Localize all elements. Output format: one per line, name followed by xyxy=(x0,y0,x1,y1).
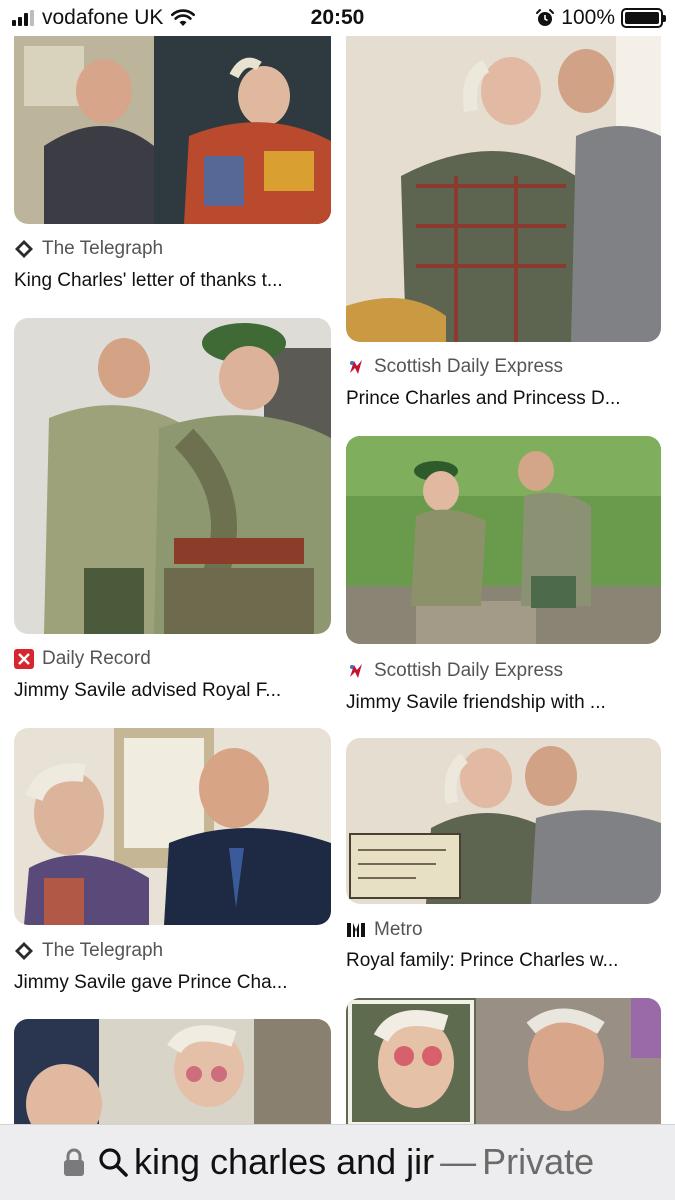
alarm-icon xyxy=(536,9,555,26)
result-card[interactable]: The Telegraph King Charles' letter of th… xyxy=(14,36,331,298)
result-title[interactable]: King Charles' letter of thanks t... xyxy=(14,270,331,292)
result-thumbnail[interactable] xyxy=(346,738,661,904)
result-source-name: The Telegraph xyxy=(42,940,164,961)
result-source-name: Metro xyxy=(374,919,423,940)
battery-percent: 100% xyxy=(561,6,615,29)
result-card[interactable]: The Telegraph Jimmy Savile gave Prince C… xyxy=(14,728,331,998)
express-icon xyxy=(346,661,366,681)
battery-icon xyxy=(621,8,666,28)
result-source: Scottish Daily Express xyxy=(346,356,563,378)
result-thumbnail[interactable] xyxy=(346,998,661,1124)
result-source: Metro xyxy=(346,919,423,941)
result-card[interactable]: Scottish Daily Express Prince Charles an… xyxy=(346,36,661,416)
search-field[interactable]: king charles and jir — Private xyxy=(62,1141,594,1183)
metro-icon xyxy=(346,920,366,940)
result-thumbnail[interactable] xyxy=(346,436,661,644)
result-source: Daily Record xyxy=(14,648,151,670)
result-source-name: Scottish Daily Express xyxy=(374,660,564,681)
result-source: Scottish Daily Express xyxy=(346,660,563,682)
result-thumbnail[interactable] xyxy=(14,318,331,634)
result-thumbnail[interactable] xyxy=(346,36,661,342)
result-title[interactable]: Jimmy Savile gave Prince Cha... xyxy=(14,972,331,994)
private-mode-label: Private xyxy=(482,1141,595,1182)
lock-icon xyxy=(64,1148,84,1176)
telegraph-icon xyxy=(14,239,34,259)
result-source: The Telegraph xyxy=(14,940,163,962)
status-right: 100% xyxy=(535,6,666,30)
search-icon xyxy=(99,1148,128,1177)
result-thumbnail[interactable] xyxy=(14,728,331,925)
result-title[interactable]: Jimmy Savile advised Royal F... xyxy=(14,680,331,702)
result-title[interactable]: Royal family: Prince Charles w... xyxy=(346,950,661,972)
telegraph-icon xyxy=(14,941,34,961)
result-card[interactable]: Metro Royal family: Prince Charles w... xyxy=(346,738,661,978)
result-source-name: The Telegraph xyxy=(42,238,164,259)
result-card[interactable]: Daily Record Jimmy Savile advised Royal … xyxy=(14,318,331,708)
express-icon xyxy=(346,357,366,377)
result-source: The Telegraph xyxy=(14,238,163,260)
address-search-bar[interactable]: king charles and jir — Private xyxy=(0,1124,675,1200)
result-source-name: Scottish Daily Express xyxy=(374,356,564,377)
result-card[interactable] xyxy=(346,998,661,1124)
search-separator: — xyxy=(440,1141,477,1182)
result-title[interactable]: Prince Charles and Princess D... xyxy=(346,388,661,410)
search-query-text: king charles and jir xyxy=(134,1141,435,1182)
daily-record-icon xyxy=(14,649,34,669)
status-bar: vodafone UK 20:50 100% xyxy=(0,0,675,36)
result-card[interactable]: Scottish Daily Express Jimmy Savile frie… xyxy=(346,436,661,716)
result-thumbnail[interactable] xyxy=(14,36,331,224)
result-thumbnail[interactable] xyxy=(14,1019,331,1124)
result-card[interactable] xyxy=(14,1019,331,1124)
result-title[interactable]: Jimmy Savile friendship with ... xyxy=(346,692,661,714)
result-source-name: Daily Record xyxy=(42,648,151,669)
